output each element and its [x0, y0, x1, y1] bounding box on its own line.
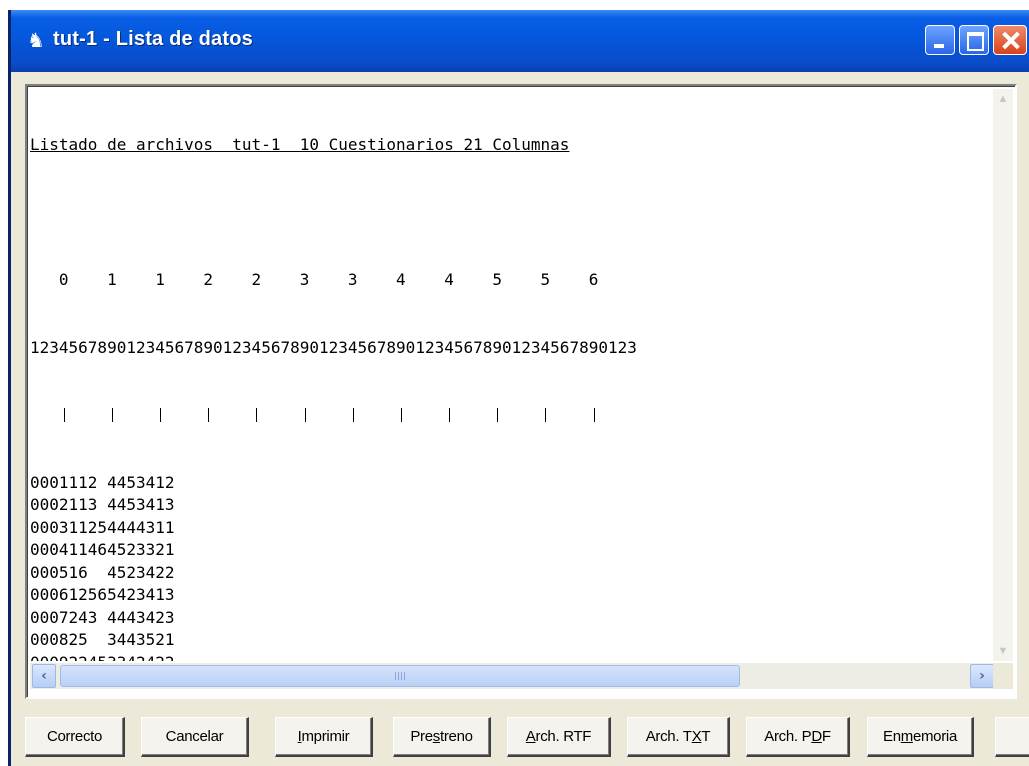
button-label: D [811, 727, 822, 745]
prestreno-button[interactable]: Pre s treno [393, 717, 491, 757]
scroll-right-icon[interactable]: › [970, 664, 994, 688]
scrollbar-corner [993, 663, 1013, 689]
listing-heading: Listado de archivos tut-1 10 Cuestionari… [30, 135, 570, 154]
correcto-button[interactable]: Correcto [25, 717, 125, 757]
button-label: A [525, 727, 536, 745]
button-label: treno [439, 727, 473, 745]
ruler-tick [400, 408, 402, 422]
ruler-tick [449, 408, 451, 422]
minimize-button[interactable] [925, 25, 955, 55]
button-label: Arch. P [764, 727, 812, 745]
data-row: 0002113 4453413 [30, 495, 175, 514]
button-label: Cancelar [165, 727, 224, 745]
en-memoria-button[interactable]: En m emoria [867, 717, 974, 757]
button-label: m [900, 727, 914, 745]
data-row: 000516 4523422 [30, 562, 175, 582]
ruler-tick [304, 408, 306, 422]
imprimir-button[interactable]: Imprimir [275, 717, 373, 757]
horizontal-scrollbar[interactable]: ‹ › [30, 663, 996, 689]
data-row: 000612565423413 [30, 585, 175, 604]
maximize-button[interactable] [959, 25, 989, 55]
scroll-up-icon[interactable]: ▲ [993, 89, 1013, 109]
ruler-tick [352, 408, 354, 422]
button-label: mprimir [301, 727, 350, 745]
button-label: Correcto [46, 727, 103, 745]
scroll-grip-icon [395, 672, 407, 680]
data-row: 000922453342422 [30, 652, 998, 662]
data-row: 0007243 4443423 [30, 607, 175, 627]
arch-rtf-button[interactable]: Arch. RTF [507, 717, 611, 757]
button-label: Pre [410, 727, 433, 745]
button-label: F [821, 727, 831, 745]
button-label: s [432, 727, 441, 745]
ruler-tick [63, 408, 65, 422]
ruler-tick [593, 408, 595, 422]
title-bar[interactable]: ♞ tut-1 - Lista de datos [11, 10, 1029, 72]
ruler-tick [208, 408, 210, 422]
scroll-down-icon[interactable]: ▼ [993, 641, 1013, 661]
column-ruler-ticks [30, 404, 998, 427]
ruler-tick [160, 408, 162, 422]
column-ruler-units: 1234567890123456789012345678901234567890… [30, 337, 637, 357]
data-rows: 0001112 4453412 0002113 4453413 0003112544… [30, 472, 998, 662]
ruler-tick [111, 408, 113, 422]
ruler-tick [545, 408, 547, 422]
column-ruler-tens: 0 1 1 2 2 3 3 4 4 5 5 6 [30, 270, 599, 289]
button-label: En [882, 727, 901, 745]
pawn-icon[interactable]: ♞ [25, 29, 47, 51]
overflow-button[interactable] [995, 717, 1029, 757]
button-label: emoria [912, 727, 957, 745]
arch-pdf-button[interactable]: Arch. PDF [746, 717, 850, 757]
vertical-scrollbar[interactable]: ▲ ▼ [993, 89, 1013, 661]
lista-de-datos-window: ♞ tut-1 - Lista de datos Listado de arch… [8, 10, 1029, 766]
data-row: 000825 3443521 [30, 630, 175, 649]
window-title: tut-1 - Lista de datos [53, 28, 253, 50]
data-row: 000411464523321 [30, 540, 175, 559]
close-button[interactable] [993, 25, 1027, 55]
button-label: rch. RTF [535, 727, 592, 745]
cancelar-button[interactable]: Cancelar [141, 717, 249, 757]
horizontal-scroll-thumb[interactable] [60, 665, 740, 687]
button-bar: Correcto Cancelar Imprimir Pre s treno Arch. R… [11, 716, 1029, 766]
listing-text-area[interactable]: Listado de archivos tut-1 10 Cuestionari… [30, 89, 998, 661]
listing-panel: Listado de archivos tut-1 10 Cuestionari… [25, 84, 1017, 699]
arch-txt-button[interactable]: Arch. TXT [627, 717, 730, 757]
button-label: X [691, 727, 702, 745]
button-label: T [701, 727, 711, 745]
ruler-tick [497, 408, 499, 422]
data-row: 000311254444311 [30, 517, 175, 537]
ruler-tick [256, 408, 258, 422]
scroll-left-icon[interactable]: ‹ [32, 664, 56, 688]
button-label: Arch. T [645, 727, 692, 745]
data-row: 0001112 4453412 [30, 472, 175, 492]
